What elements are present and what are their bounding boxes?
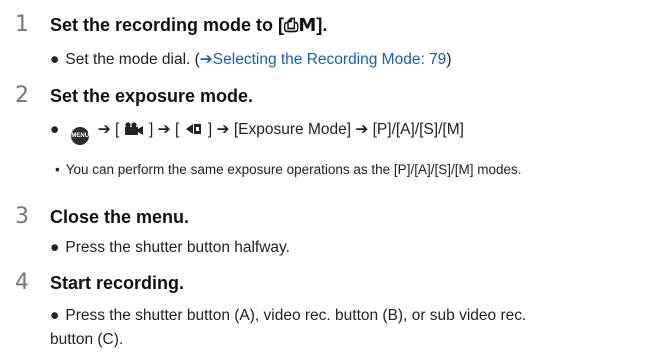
bullet: ●: [50, 239, 60, 256]
step-title: Set the recording mode to [⎙M].: [50, 14, 327, 37]
step-body: ● Press the shutter button halfway.: [50, 238, 290, 258]
note: • You can perform the same exposure opera…: [55, 160, 521, 180]
step-title: Set the exposure mode.: [50, 86, 254, 106]
title-text-end: ].: [316, 15, 328, 35]
menu-path-tail: [Exposure Mode] ➔ [P]/[A]/[S]/[M]: [233, 121, 464, 138]
step-body-cont: button (C).: [50, 330, 123, 350]
note-bullet: •: [55, 162, 60, 177]
body-text: Press the shutter button halfway.: [65, 239, 290, 256]
bullet: ●: [50, 121, 60, 138]
menu-path: ● MENU /SET ➔ [ ] ➔ [ ] ➔ [Exposure Mode]…: [50, 119, 464, 145]
body-text-end: ): [446, 51, 452, 68]
title-text: Set the recording mode to [: [50, 15, 285, 35]
arrow-icon: ➔: [157, 121, 171, 138]
menu-set-button-icon: MENU /SET: [71, 127, 104, 145]
step-body: ● Set the mode dial. (➔Selecting the Reco…: [50, 50, 451, 70]
body-text: Press the shutter button (A), video rec.…: [65, 307, 527, 324]
video-menu-icon: [124, 120, 149, 138]
body-text: Set the mode dial. (: [65, 51, 200, 68]
step-body: ● Press the shutter button (A), video rec…: [50, 306, 526, 326]
step-number: 2: [15, 83, 29, 108]
arrow-icon: ➔: [97, 121, 111, 138]
bullet: ●: [50, 51, 60, 68]
bracket: [: [115, 121, 120, 138]
step-title: Start recording.: [50, 273, 185, 293]
body-text-cont: button (C).: [50, 331, 124, 348]
arrow-icon: ➔: [216, 121, 230, 138]
exposure-tab-icon: [184, 121, 208, 138]
arrow-icon: ➔: [199, 51, 213, 68]
step-number: 4: [15, 270, 29, 295]
note-text: You can perform the same exposure operat…: [65, 162, 522, 177]
bracket: [: [174, 121, 180, 138]
video-mode-icon: ⎙M: [284, 15, 317, 36]
step-title: Close the menu.: [50, 207, 190, 227]
cross-reference-link[interactable]: Selecting the Recording Mode: 79: [213, 51, 447, 68]
bullet: ●: [50, 307, 60, 324]
bracket: ]: [207, 121, 213, 138]
bracket: ]: [149, 121, 154, 138]
step-number: 1: [15, 12, 29, 37]
step-number: 3: [15, 204, 29, 229]
